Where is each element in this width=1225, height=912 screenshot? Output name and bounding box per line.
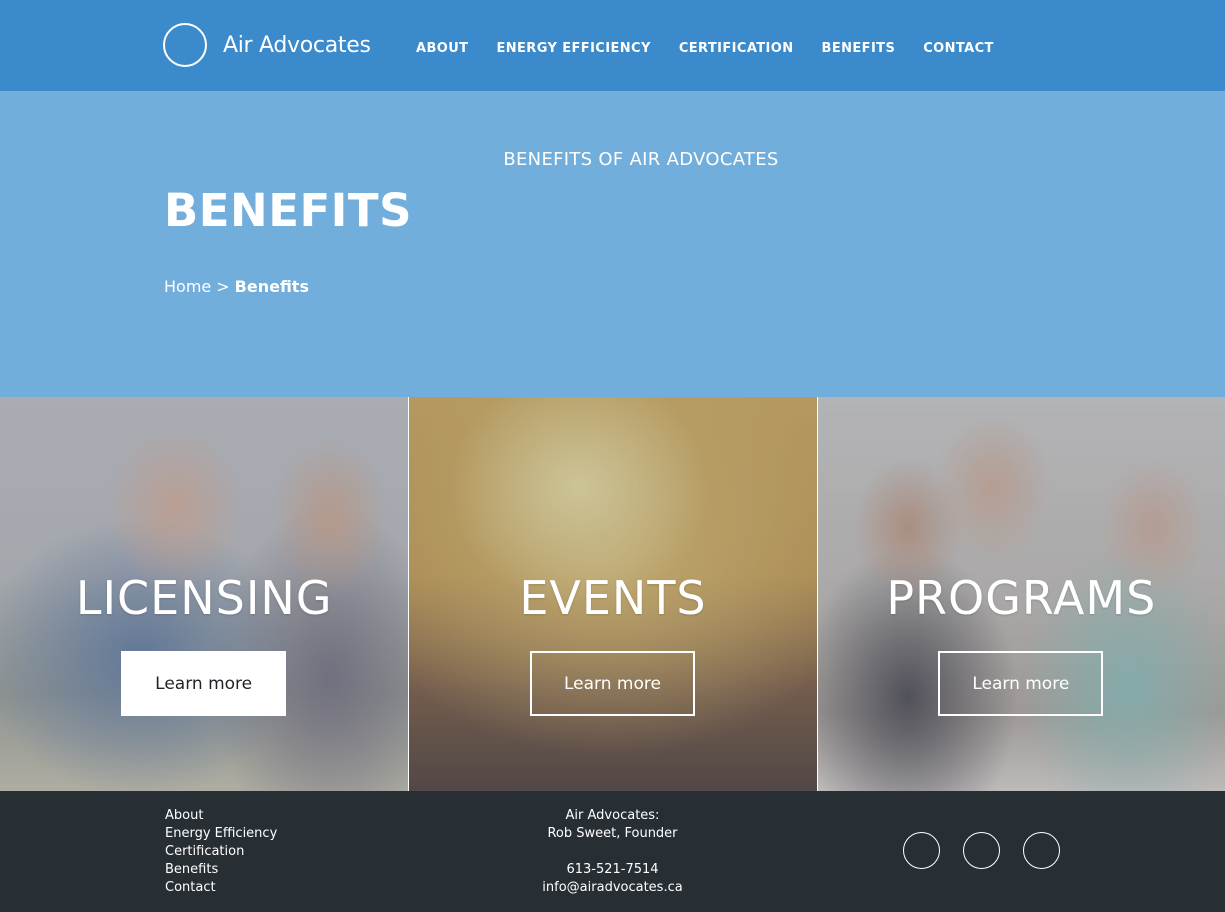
social-icon-3[interactable]: [1023, 832, 1060, 869]
nav-link-certification[interactable]: CERTIFICATION: [679, 41, 794, 56]
feature-cards: LICENSING Learn more EVENTS Learn more P…: [0, 397, 1225, 791]
events-learn-more-button[interactable]: Learn more: [529, 651, 695, 716]
social-icon-1[interactable]: [903, 832, 940, 869]
nav-link-energy-efficiency[interactable]: ENERGY EFFICIENCY: [496, 41, 650, 56]
nav-link-benefits[interactable]: BENEFITS: [822, 41, 896, 56]
nav-link-about[interactable]: ABOUT: [416, 41, 468, 56]
brand-name: Air Advocates: [223, 32, 371, 58]
licensing-learn-more-button[interactable]: Learn more: [121, 651, 287, 716]
breadcrumb: Home > Benefits: [164, 277, 309, 296]
hero-subtitle: BENEFITS OF AIR ADVOCATES: [503, 149, 779, 170]
footer-org: Air Advocates:: [565, 808, 660, 823]
breadcrumb-separator: >: [216, 277, 230, 296]
programs-learn-more-button[interactable]: Learn more: [938, 651, 1104, 716]
main-menu: ABOUT ENERGY EFFICIENCY CERTIFICATION BE…: [416, 41, 1022, 56]
logo-circle-icon: [163, 23, 207, 67]
breadcrumb-home-link[interactable]: Home: [164, 277, 211, 296]
page-title: BENEFITS: [164, 184, 413, 237]
card-title-licensing: LICENSING: [75, 571, 333, 625]
footer: About Energy Efficiency Certification Be…: [0, 791, 1225, 912]
card-events: EVENTS Learn more: [408, 397, 817, 791]
logo[interactable]: Air Advocates: [163, 23, 371, 67]
card-title-programs: PROGRAMS: [886, 571, 1157, 625]
nav-link-contact[interactable]: CONTACT: [923, 41, 994, 56]
social-links: [903, 832, 1060, 869]
card-title-events: EVENTS: [519, 571, 707, 625]
hero-banner: BENEFITS OF AIR ADVOCATES BENEFITS Home …: [0, 91, 1225, 397]
top-nav: Air Advocates ABOUT ENERGY EFFICIENCY CE…: [0, 0, 1225, 91]
card-programs: PROGRAMS Learn more: [816, 397, 1225, 791]
footer-email[interactable]: info@airadvocates.ca: [0, 879, 1225, 897]
social-icon-2[interactable]: [963, 832, 1000, 869]
card-licensing: LICENSING Learn more: [0, 397, 409, 791]
breadcrumb-current: Benefits: [234, 277, 309, 296]
